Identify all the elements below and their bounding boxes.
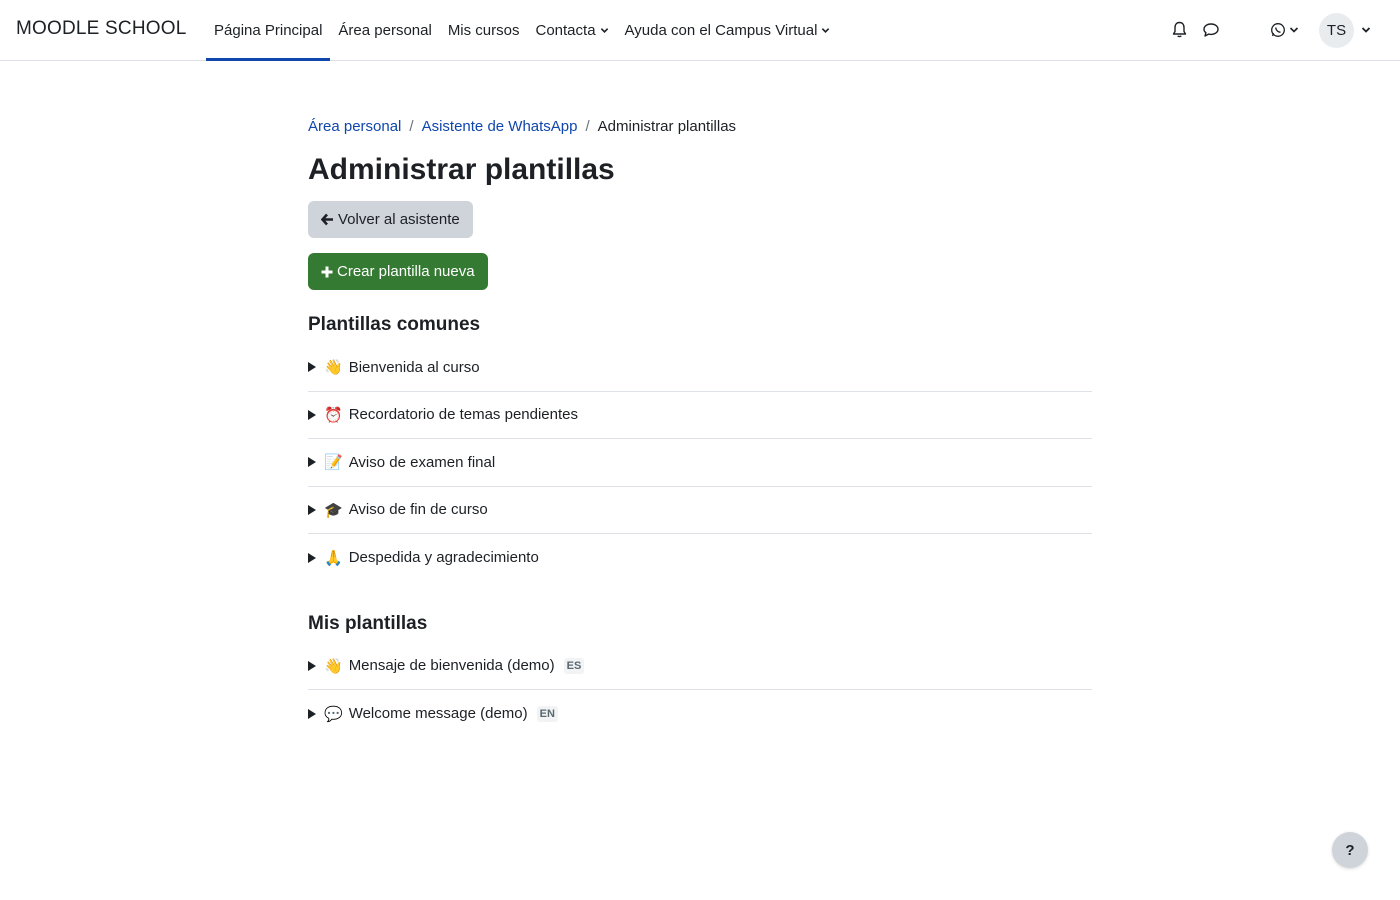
- language-badge: ES: [563, 657, 585, 674]
- disclosure-triangle-icon: [308, 457, 316, 468]
- template-label: Welcome message (demo): [348, 705, 528, 723]
- help-label: ?: [1345, 841, 1355, 859]
- folded-hands-icon: 🙏: [324, 548, 343, 567]
- back-button-label: Volver al asistente: [338, 211, 460, 228]
- primary-navigation: Página Principal Área personal Mis curso…: [206, 0, 839, 61]
- chevron-down-icon: [600, 27, 608, 33]
- main-content: Área personal / Asistente de WhatsApp / …: [308, 110, 1092, 738]
- common-templates-list: 👋 Bienvenida al curso ⏰ Recordatorio de …: [308, 344, 1092, 582]
- whatsapp-icon: [1270, 23, 1285, 37]
- template-item-welcome-demo[interactable]: 👋 Mensaje de bienvenida (demo) ES: [308, 643, 1092, 690]
- nav-item-label: Ayuda con el Campus Virtual: [624, 21, 818, 39]
- nav-item-personal-area[interactable]: Área personal: [330, 0, 439, 60]
- breadcrumb: Área personal / Asistente de WhatsApp / …: [308, 110, 1092, 142]
- template-label: Bienvenida al curso: [348, 358, 480, 376]
- language-badge: EN: [536, 705, 558, 722]
- graduation-cap-icon: 🎓: [324, 500, 343, 519]
- plus-icon: [321, 266, 333, 277]
- disclosure-triangle-icon: [308, 504, 316, 515]
- site-brand[interactable]: MOODLE SCHOOL: [16, 18, 186, 40]
- speech-balloon-icon: 💬: [324, 704, 343, 723]
- nav-item-label: Mis cursos: [447, 21, 520, 39]
- nav-item-label: Contacta: [535, 21, 596, 39]
- template-item-welcome-course[interactable]: 👋 Bienvenida al curso: [308, 344, 1092, 392]
- user-initials: TS: [1326, 22, 1347, 39]
- disclosure-triangle-icon: [308, 708, 316, 719]
- whatsapp-menu-button[interactable]: [1268, 20, 1300, 40]
- chevron-down-icon: [822, 27, 830, 33]
- create-template-button[interactable]: Crear plantilla nueva: [308, 253, 488, 290]
- user-avatar[interactable]: TS: [1319, 13, 1354, 48]
- breadcrumb-current: Administrar plantillas: [597, 117, 737, 135]
- chevron-down-icon[interactable]: [1361, 25, 1371, 35]
- breadcrumb-link-personal-area[interactable]: Área personal: [308, 118, 401, 135]
- memo-icon: 📝: [324, 453, 343, 472]
- nav-item-my-courses[interactable]: Mis cursos: [440, 0, 528, 60]
- disclosure-triangle-icon: [308, 409, 316, 420]
- my-templates-list: 👋 Mensaje de bienvenida (demo) ES 💬 Welc…: [308, 643, 1092, 738]
- back-to-assistant-button[interactable]: Volver al asistente: [308, 201, 473, 238]
- nav-item-contact[interactable]: Contacta: [528, 0, 617, 60]
- waving-hand-icon: 👋: [324, 656, 343, 675]
- chat-bubble-icon[interactable]: [1201, 20, 1221, 40]
- breadcrumb-separator: /: [585, 117, 590, 135]
- template-item-course-end[interactable]: 🎓 Aviso de fin de curso: [308, 487, 1092, 534]
- disclosure-triangle-icon: [308, 552, 316, 563]
- template-item-farewell[interactable]: 🙏 Despedida y agradecimiento: [308, 534, 1092, 582]
- bell-icon[interactable]: [1169, 20, 1189, 40]
- nav-item-campus-help[interactable]: Ayuda con el Campus Virtual: [617, 0, 839, 60]
- template-label: Despedida y agradecimiento: [348, 549, 539, 567]
- nav-item-label: Página Principal: [214, 21, 323, 39]
- template-label: Aviso de fin de curso: [348, 501, 488, 519]
- template-label: Recordatorio de temas pendientes: [348, 406, 578, 424]
- arrow-left-icon: [321, 213, 333, 226]
- help-button[interactable]: ?: [1332, 832, 1368, 868]
- breadcrumb-link-whatsapp-assistant[interactable]: Asistente de WhatsApp: [422, 118, 578, 135]
- alarm-clock-icon: ⏰: [324, 405, 343, 424]
- chevron-down-icon: [1289, 27, 1298, 33]
- top-navbar: MOODLE SCHOOL Página Principal Área pers…: [0, 0, 1400, 61]
- template-item-welcome-message-demo[interactable]: 💬 Welcome message (demo) EN: [308, 690, 1092, 738]
- nav-item-home[interactable]: Página Principal: [206, 0, 331, 61]
- my-templates-heading: Mis plantillas: [308, 612, 428, 634]
- waving-hand-icon: 👋: [324, 358, 343, 377]
- create-button-label: Crear plantilla nueva: [337, 263, 475, 280]
- nav-item-label: Área personal: [338, 21, 432, 39]
- common-templates-heading: Plantillas comunes: [308, 314, 481, 335]
- disclosure-triangle-icon: [308, 660, 316, 671]
- disclosure-triangle-icon: [308, 362, 316, 373]
- template-label: Mensaje de bienvenida (demo): [348, 657, 555, 675]
- page-title: Administrar plantillas: [308, 153, 615, 186]
- template-item-pending-reminder[interactable]: ⏰ Recordatorio de temas pendientes: [308, 392, 1092, 439]
- breadcrumb-separator: /: [409, 117, 414, 135]
- template-label: Aviso de examen final: [348, 453, 496, 471]
- template-item-final-exam[interactable]: 📝 Aviso de examen final: [308, 439, 1092, 487]
